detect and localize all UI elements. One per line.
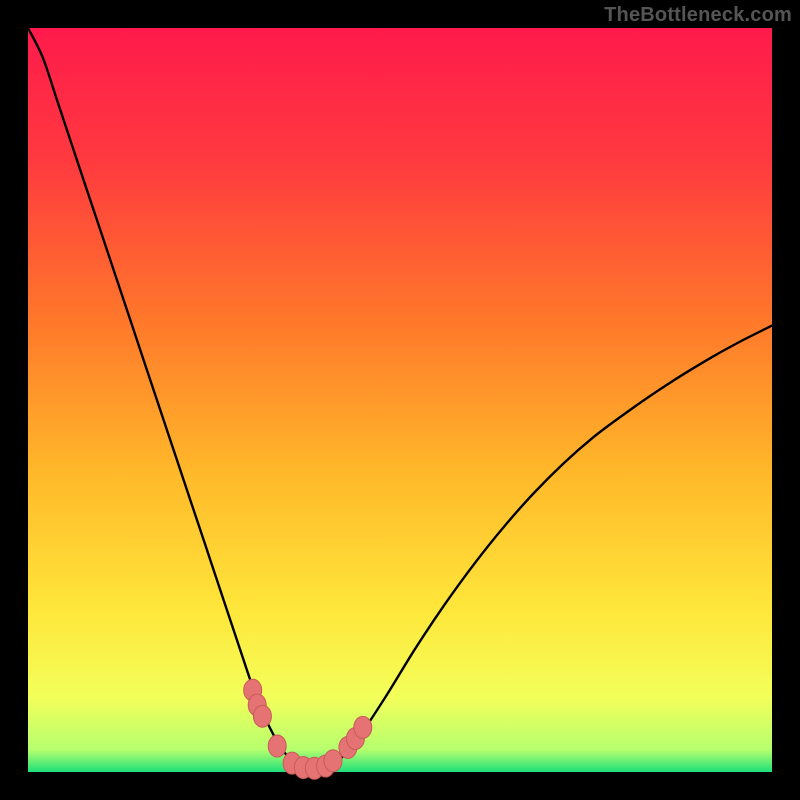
chart-container: TheBottleneck.com: [0, 0, 800, 800]
watermark-text: TheBottleneck.com: [604, 4, 792, 27]
curve-marker: [268, 735, 286, 757]
curve-marker: [324, 750, 342, 772]
curve-marker: [354, 716, 372, 738]
bottleneck-plot: [0, 0, 800, 800]
plot-area: [28, 28, 772, 772]
curve-marker: [253, 705, 271, 727]
